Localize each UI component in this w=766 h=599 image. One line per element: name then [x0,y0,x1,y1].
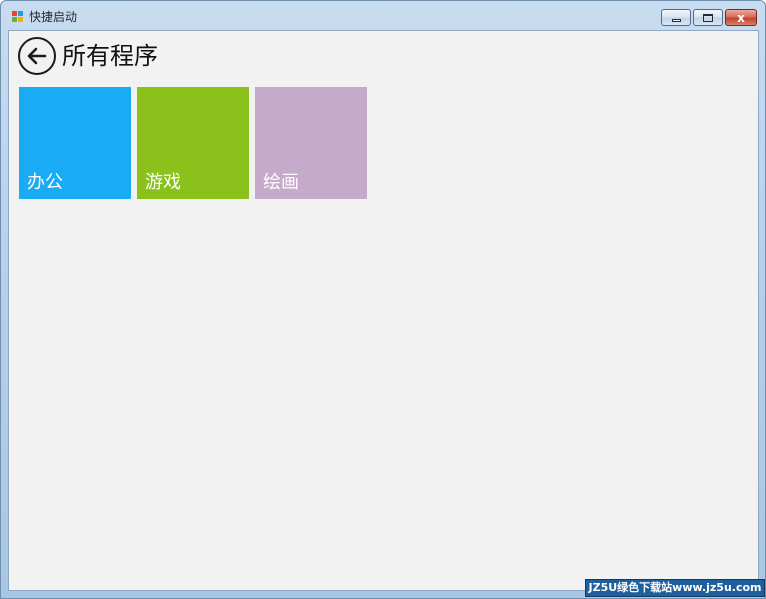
tile-label: 绘画 [263,172,299,193]
app-grid-icon [12,11,23,22]
tile-painting[interactable]: 绘画 [255,87,367,199]
app-window: 快捷启动 x 所有程序 办公 游戏 绘画 JZ5U绿色下载站www.jz5u.c… [0,0,766,599]
minimize-button[interactable] [661,9,691,26]
page-title: 所有程序 [62,42,158,70]
maximize-icon [703,13,713,22]
tile-games[interactable]: 游戏 [137,87,249,199]
arrow-left-icon [27,47,47,65]
tile-office[interactable]: 办公 [19,87,131,199]
maximize-button[interactable] [693,9,723,26]
title-bar[interactable]: 快捷启动 x [1,1,765,29]
window-title: 快捷启动 [29,10,78,24]
watermark-banner: JZ5U绿色下载站www.jz5u.com [585,579,765,597]
tile-label: 游戏 [145,172,181,193]
app-icon-square-4 [18,17,23,22]
app-icon-square-3 [12,17,17,22]
content-area: 所有程序 办公 游戏 绘画 [8,30,759,591]
close-button[interactable]: x [725,9,757,26]
back-button[interactable] [18,37,56,75]
minimize-icon [671,19,681,22]
close-icon: x [737,10,745,25]
app-icon-square-2 [18,11,23,16]
app-icon-square-1 [12,11,17,16]
tile-label: 办公 [27,172,63,193]
